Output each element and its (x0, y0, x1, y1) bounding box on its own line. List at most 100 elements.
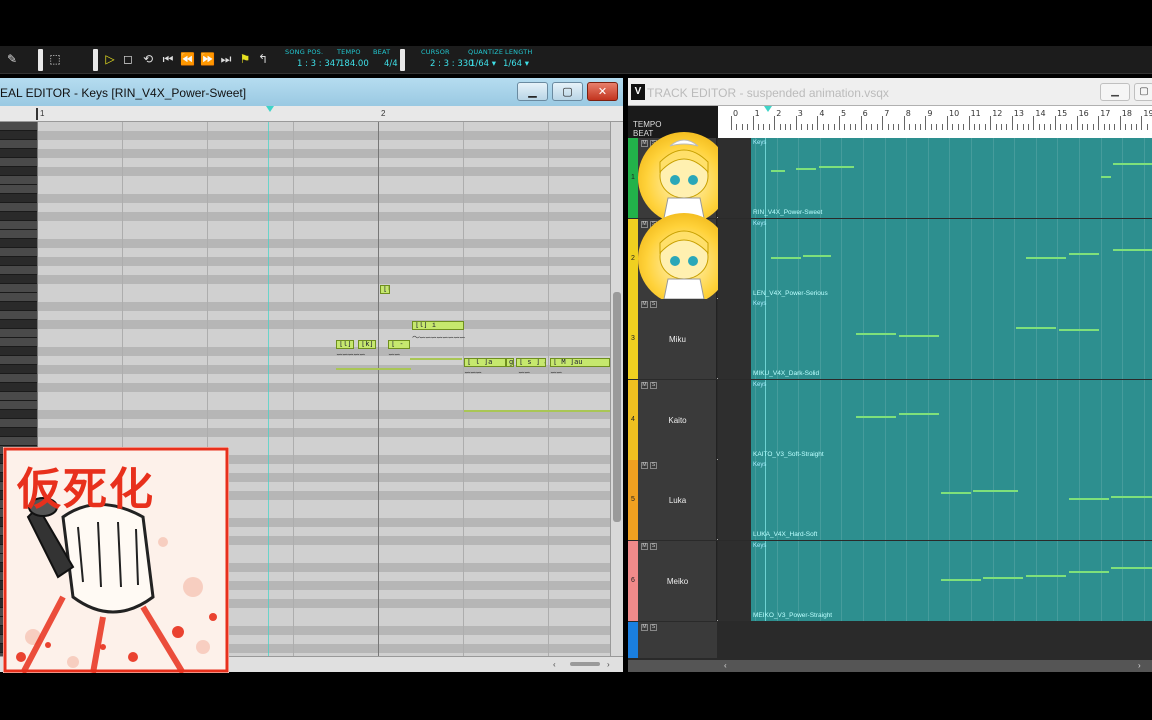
scroll-left-icon[interactable]: ‹ (553, 660, 556, 669)
track-header[interactable]: MS (638, 212, 730, 305)
piano-key[interactable] (0, 122, 37, 131)
minimize-button[interactable]: ▁ (517, 82, 548, 101)
track-row[interactable]: 2MS KeysLEN_V4X_Power-Serious (628, 212, 1152, 305)
vocal-part[interactable]: Keys MEIKO_V3_Power-Straight (751, 541, 1152, 621)
vocal-part[interactable]: Keys LUKA_V4X_Hard-Soft (751, 460, 1152, 541)
zoom-slider[interactable] (570, 662, 600, 666)
track-name[interactable]: Miku (638, 335, 717, 344)
go-start-icon[interactable]: ⏮ (161, 51, 175, 67)
piano-key-row[interactable] (0, 176, 610, 185)
note[interactable]: [l] (380, 285, 390, 294)
scroll-right-icon[interactable]: › (607, 660, 610, 669)
track-lane-empty[interactable] (718, 138, 751, 218)
note[interactable]: [k] (358, 340, 376, 349)
piano-key-row[interactable] (0, 302, 610, 311)
piano-key-row[interactable] (0, 401, 610, 410)
vocal-part[interactable]: Keys MIKU_V4X_Dark-Solid (751, 299, 1152, 380)
vocal-part[interactable]: Keys LEN_V4X_Power-Serious (751, 218, 1152, 299)
piano-key-row[interactable] (0, 167, 610, 176)
piano-key-row[interactable] (0, 383, 610, 392)
track-editor-hscrollbar[interactable]: ‹ › (628, 660, 1152, 672)
beat-value[interactable]: 4/4 (384, 59, 398, 69)
solo-button[interactable]: S (650, 623, 657, 631)
playhead-marker-icon[interactable] (764, 106, 772, 112)
piano-key[interactable] (0, 329, 37, 338)
stop-icon[interactable]: ◻ (121, 51, 135, 67)
piano-key-row[interactable] (0, 230, 610, 239)
piano-key[interactable] (0, 149, 37, 158)
piano-key-row[interactable] (0, 320, 610, 329)
note[interactable]: g (506, 358, 514, 367)
note[interactable]: [l] i (412, 321, 464, 330)
pitch-curve[interactable] (410, 358, 462, 360)
pitch-curve[interactable] (464, 410, 610, 412)
start-marker-icon[interactable] (36, 108, 38, 120)
piano-key-row[interactable] (0, 392, 610, 401)
track-lane-empty[interactable] (718, 379, 751, 460)
track-header[interactable]: M S Miku (638, 299, 717, 380)
vertical-scroll-thumb[interactable] (613, 292, 621, 522)
piano-key[interactable] (0, 212, 37, 221)
marker-icon[interactable]: ↰ (256, 51, 270, 67)
track-name[interactable]: Meiko (638, 577, 717, 586)
piano-key[interactable] (0, 428, 37, 437)
piano-key[interactable] (0, 401, 37, 410)
piano-key[interactable] (0, 266, 37, 275)
piano-key[interactable] (0, 140, 37, 149)
piano-key-row[interactable] (0, 338, 610, 347)
close-button[interactable]: ✕ (587, 82, 618, 101)
track-row[interactable]: 3 M S Miku Keys MIKU_V4X_Dark-Solid (628, 299, 1152, 380)
piano-key[interactable] (0, 437, 37, 446)
quantize-select[interactable]: 1/64 ▾ (470, 59, 496, 69)
track-row[interactable]: 6 M S Meiko Keys MEIKO_V3_Power-Straight (628, 541, 1152, 621)
piano-key[interactable] (0, 257, 37, 266)
track-editor-titlebar[interactable]: V TRACK EDITOR - suspended animation.vsq… (628, 78, 1152, 106)
piano-key-row[interactable] (0, 158, 610, 167)
note[interactable]: [ M ]au (550, 358, 610, 367)
note[interactable]: [ l ]a (464, 358, 506, 367)
fast-forward-icon[interactable]: ⏩ (200, 51, 215, 67)
piano-key-row[interactable] (0, 311, 610, 320)
maximize-button[interactable]: ▢ (552, 82, 583, 101)
piano-key[interactable] (0, 392, 37, 401)
piano-key-row[interactable] (0, 122, 610, 131)
piano-roll-ruler[interactable]: 1 2 (0, 106, 623, 122)
track-lane-empty[interactable] (718, 299, 751, 380)
piano-key-row[interactable] (0, 284, 610, 293)
track-header[interactable]: MS (638, 132, 730, 224)
vocal-part[interactable]: Keys KAITO_V3_Soft-Straight (751, 379, 1152, 460)
piano-key[interactable] (0, 221, 37, 230)
piano-key-row[interactable] (0, 248, 610, 257)
piano-key[interactable] (0, 167, 37, 176)
track-lane-empty[interactable] (718, 460, 751, 541)
piano-key-row[interactable] (0, 203, 610, 212)
pitch-curve[interactable] (336, 368, 411, 370)
piano-key-row[interactable] (0, 437, 610, 446)
piano-key-row[interactable] (0, 428, 610, 437)
piano-key-row[interactable] (0, 293, 610, 302)
piano-key[interactable] (0, 275, 37, 284)
musical-editor-titlebar[interactable]: EAL EDITOR - Keys [RIN_V4X_Power-Sweet] … (0, 78, 623, 106)
track-editor-ruler[interactable]: 0 1 2 3 4 5 6 7 8 9 10 11 12 13 14 15 16 17 18 19 (718, 106, 1152, 138)
piano-key-row[interactable] (0, 419, 610, 428)
vocal-part[interactable]: Keys RIN_V4X_Power-Sweet (751, 138, 1152, 218)
piano-key[interactable] (0, 203, 37, 212)
rewind-icon[interactable]: ⏪ (180, 51, 195, 67)
track-name[interactable]: Luka (638, 496, 717, 505)
mute-button[interactable]: M (641, 381, 648, 389)
solo-button[interactable]: S (650, 543, 657, 550)
piano-key-row[interactable] (0, 221, 610, 230)
track-row[interactable]: 1MS KeysRIN_V4X_Power-Sweet (628, 132, 1152, 224)
mute-button[interactable]: M (641, 301, 648, 309)
piano-key-row[interactable] (0, 329, 610, 338)
length-select[interactable]: 1/64 ▾ (503, 59, 529, 69)
track-lane-empty[interactable] (718, 541, 751, 621)
track-header[interactable]: M S Kaito (638, 379, 717, 460)
empty-track-row[interactable]: MS (628, 621, 1152, 658)
solo-button[interactable]: S (650, 462, 657, 470)
piano-key[interactable] (0, 356, 37, 365)
maximize-button[interactable]: ▢ (1134, 83, 1152, 101)
piano-key-row[interactable] (0, 266, 610, 275)
piano-key[interactable] (0, 194, 37, 203)
piano-key[interactable] (0, 311, 37, 320)
